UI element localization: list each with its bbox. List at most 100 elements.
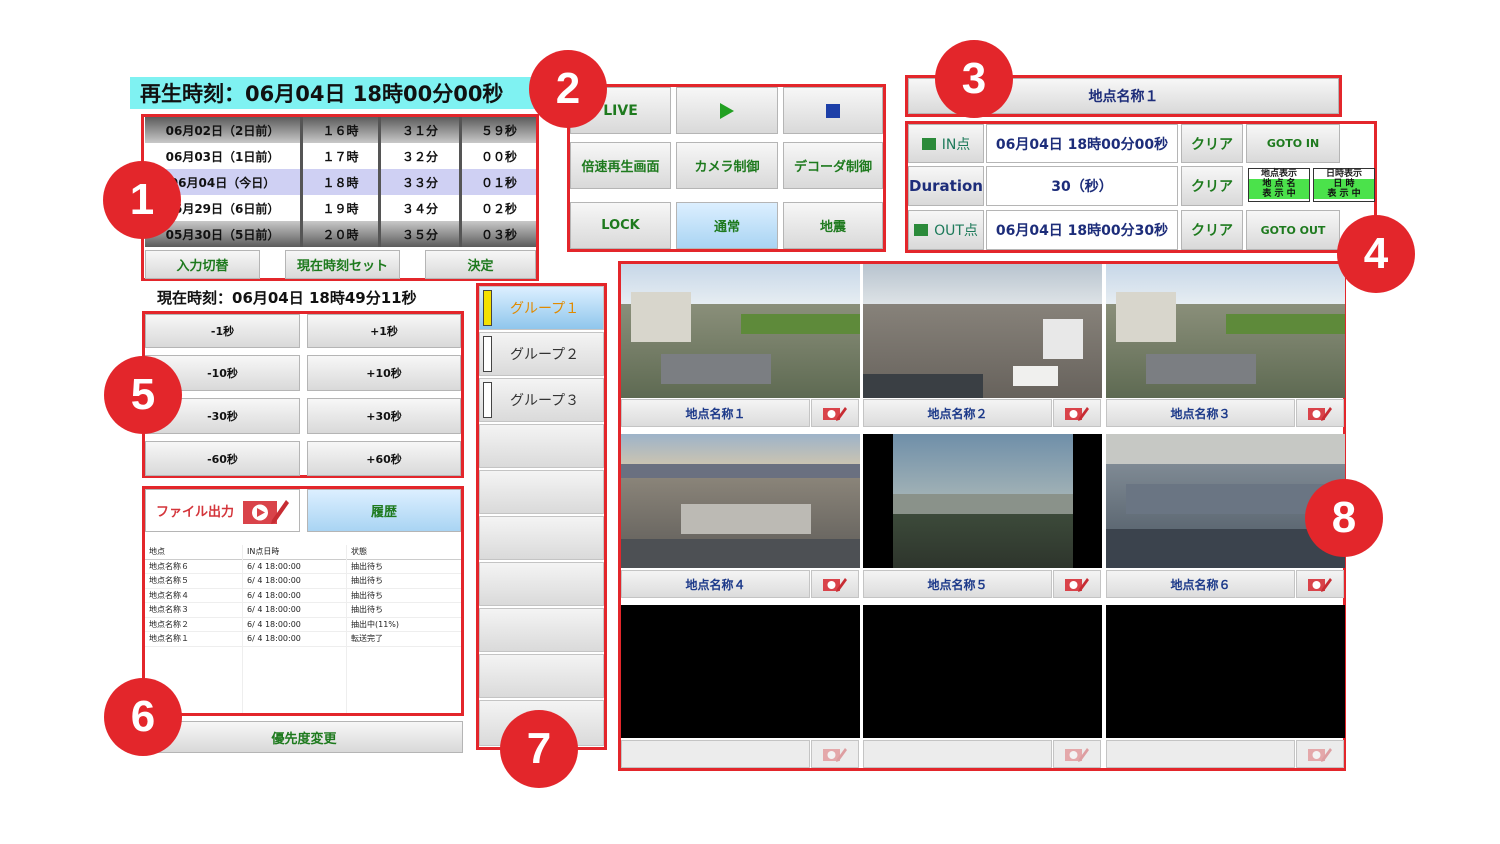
- camera-label-5[interactable]: 地点名称５: [863, 570, 1052, 598]
- hour-option[interactable]: ２０時: [303, 221, 378, 247]
- hour-roller[interactable]: １６時 １７時 １８時 １９時 ２０時: [303, 117, 378, 247]
- group-empty-slot[interactable]: [479, 470, 604, 514]
- minute-option[interactable]: ３５分: [381, 221, 459, 247]
- normal-mode-button[interactable]: 通常: [676, 202, 778, 249]
- table-row[interactable]: 地点名称１ 6/ 4 18:00:00 転送完了: [145, 632, 461, 647]
- clip-edit-button[interactable]: [811, 570, 859, 598]
- camera-view-5[interactable]: [863, 434, 1102, 568]
- goto-in-button[interactable]: GOTO IN: [1246, 124, 1340, 163]
- confirm-button[interactable]: 決定: [425, 250, 536, 279]
- video-edit-icon: [823, 407, 847, 421]
- minute-option[interactable]: ３４分: [381, 195, 459, 221]
- second-option[interactable]: ０２秒: [462, 195, 536, 221]
- camera-label-1[interactable]: 地点名称１: [621, 399, 810, 427]
- second-roller[interactable]: ５９秒 ００秒 ０１秒 ０２秒 ０３秒: [462, 117, 536, 247]
- group-empty-slot[interactable]: [479, 608, 604, 652]
- minus-60-second-button[interactable]: -60秒: [145, 441, 300, 476]
- group-empty-slot[interactable]: [479, 424, 604, 468]
- hour-option[interactable]: １７時: [303, 143, 378, 169]
- camera-label-4[interactable]: 地点名称４: [621, 570, 810, 598]
- clip-edit-button[interactable]: [1053, 570, 1101, 598]
- group-indicator: [483, 382, 492, 418]
- camera-label-empty[interactable]: [621, 740, 810, 768]
- second-option[interactable]: ０３秒: [462, 221, 536, 247]
- second-option-selected[interactable]: ０１秒: [462, 169, 536, 195]
- input-switch-button[interactable]: 入力切替: [145, 250, 260, 279]
- camera-view-2[interactable]: [863, 264, 1102, 398]
- stop-icon: [826, 103, 840, 118]
- annotation-badge-5: 5: [104, 356, 182, 434]
- datetime-display-toggle[interactable]: 日時表示 日 時 表 示 中: [1313, 168, 1375, 202]
- camera-label-empty[interactable]: [863, 740, 1052, 768]
- out-point-time: 06月04日 18時00分30秒: [986, 210, 1178, 250]
- camera-view-3[interactable]: [1106, 264, 1345, 398]
- group-empty-slot[interactable]: [479, 654, 604, 698]
- minus-1-second-button[interactable]: -1秒: [145, 314, 300, 348]
- group-empty-slot[interactable]: [479, 562, 604, 606]
- in-point-button[interactable]: IN点: [908, 124, 984, 163]
- second-option[interactable]: ５９秒: [462, 117, 536, 143]
- table-row[interactable]: 地点名称６ 6/ 4 18:00:00 抽出待ち: [145, 560, 461, 574]
- clip-edit-button[interactable]: [1296, 399, 1344, 427]
- clip-edit-button-disabled[interactable]: [1296, 740, 1344, 768]
- in-clear-button[interactable]: クリア: [1181, 124, 1243, 163]
- camera-view-empty[interactable]: [621, 605, 860, 738]
- group-2-button[interactable]: グループ２: [479, 332, 604, 376]
- location-display-toggle[interactable]: 地点表示 地 点 名 表 示 中: [1248, 168, 1310, 202]
- play-button[interactable]: [676, 87, 778, 134]
- table-cell: 地点名称６: [149, 561, 189, 571]
- clip-edit-button[interactable]: [1053, 399, 1101, 427]
- camera-label-empty[interactable]: [1106, 740, 1295, 768]
- earthquake-mode-button[interactable]: 地震: [783, 202, 883, 249]
- out-point-button[interactable]: OUT点: [908, 210, 984, 250]
- file-output-tab[interactable]: ファイル出力: [145, 489, 300, 532]
- camera-label-6[interactable]: 地点名称６: [1106, 570, 1295, 598]
- plus-30-second-button[interactable]: +30秒: [307, 398, 461, 434]
- table-row[interactable]: 地点名称３ 6/ 4 18:00:00 抽出待ち: [145, 603, 461, 618]
- camera-view-empty[interactable]: [1106, 605, 1345, 738]
- camera-view-4[interactable]: [621, 434, 860, 568]
- minute-option[interactable]: ３２分: [381, 143, 459, 169]
- lock-button[interactable]: LOCK: [570, 202, 671, 249]
- duration-clear-button[interactable]: クリア: [1181, 166, 1243, 206]
- set-current-time-button[interactable]: 現在時刻セット: [285, 250, 400, 279]
- camera-label-2[interactable]: 地点名称２: [863, 399, 1052, 427]
- group-1-button[interactable]: グループ１: [479, 286, 604, 330]
- play-icon: [720, 102, 734, 119]
- clip-edit-button[interactable]: [811, 399, 859, 427]
- clip-edit-button[interactable]: [1296, 570, 1344, 598]
- camera-label-3[interactable]: 地点名称３: [1106, 399, 1295, 427]
- out-clear-button[interactable]: クリア: [1181, 210, 1243, 250]
- goto-out-button[interactable]: GOTO OUT: [1246, 210, 1340, 250]
- table-row[interactable]: 地点名称２ 6/ 4 18:00:00 抽出中(11%): [145, 618, 461, 632]
- group-empty-slot[interactable]: [479, 516, 604, 560]
- day-option[interactable]: 06月03日（1日前）: [145, 143, 300, 169]
- table-row[interactable]: 地点名称４ 6/ 4 18:00:00 抽出待ち: [145, 589, 461, 603]
- camera-control-button[interactable]: カメラ制御: [676, 142, 778, 189]
- priority-change-button[interactable]: 優先度変更: [145, 721, 463, 753]
- decoder-control-button[interactable]: デコーダ制御: [783, 142, 883, 189]
- camera-view-1[interactable]: [621, 264, 860, 398]
- clip-edit-button-disabled[interactable]: [811, 740, 859, 768]
- video-edit-icon: [1065, 578, 1089, 592]
- minute-roller[interactable]: ３１分 ３２分 ３３分 ３４分 ３５分: [381, 117, 459, 247]
- camera-view-empty[interactable]: [863, 605, 1102, 738]
- table-row[interactable]: 地点名称５ 6/ 4 18:00:00 抽出待ち: [145, 574, 461, 589]
- plus-10-second-button[interactable]: +10秒: [307, 355, 461, 391]
- hour-option[interactable]: １６時: [303, 117, 378, 143]
- minute-option[interactable]: ３１分: [381, 117, 459, 143]
- plus-1-second-button[interactable]: +1秒: [307, 314, 461, 348]
- history-tab[interactable]: 履歴: [307, 489, 461, 532]
- hour-option[interactable]: １９時: [303, 195, 378, 221]
- group-3-button[interactable]: グループ３: [479, 378, 604, 422]
- stop-button[interactable]: [783, 87, 883, 134]
- minute-option-selected[interactable]: ３３分: [381, 169, 459, 195]
- plus-60-second-button[interactable]: +60秒: [307, 441, 461, 476]
- table-cell: 地点名称３: [149, 605, 189, 614]
- fast-play-screen-button[interactable]: 倍速再生画面: [570, 142, 671, 189]
- table-cell: 6/ 4 18:00:00: [247, 561, 301, 571]
- second-option[interactable]: ００秒: [462, 143, 536, 169]
- clip-edit-button-disabled[interactable]: [1053, 740, 1101, 768]
- day-option[interactable]: 06月02日（2日前）: [145, 117, 300, 143]
- hour-option-selected[interactable]: １８時: [303, 169, 378, 195]
